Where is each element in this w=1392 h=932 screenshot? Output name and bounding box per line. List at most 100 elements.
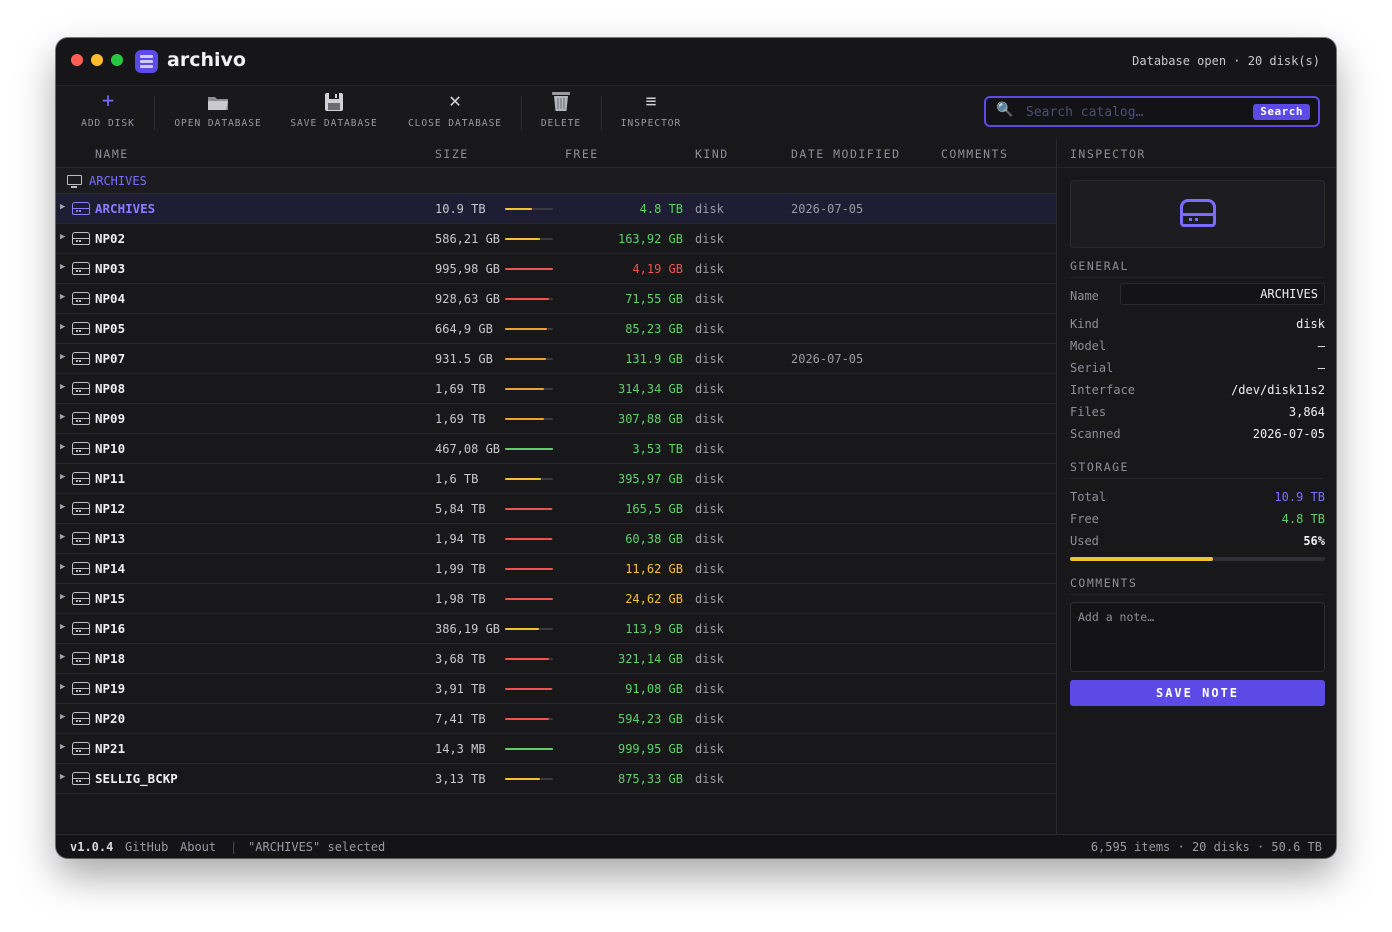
disk-name: NP21 [95, 741, 126, 756]
save-note-button[interactable]: SAVE NOTE [1070, 680, 1325, 706]
column-header: NAME SIZE FREE KIND DATE MODIFIED COMMEN… [56, 139, 1056, 168]
disk-row[interactable]: ▶ NP10 467,08 GB 3,53 TB disk [56, 434, 1056, 464]
disk-size: 386,19 GB [435, 622, 501, 636]
disclosure-triangle-icon[interactable]: ▶ [60, 352, 65, 362]
group-row[interactable]: ARCHIVES [56, 168, 1056, 194]
disk-row[interactable]: ▶ NP12 5,84 TB 165,5 GB disk [56, 494, 1056, 524]
disclosure-triangle-icon[interactable]: ▶ [60, 532, 65, 542]
disk-row[interactable]: ▶ ARCHIVES 10.9 TB 4.8 TB disk 2026-07-05 [56, 194, 1056, 224]
scanned-row: Scanned 2026-07-05 [1070, 427, 1325, 443]
disk-row[interactable]: ▶ NP18 3,68 TB 321,14 GB disk [56, 644, 1056, 674]
disk-row[interactable]: ▶ NP13 1,94 TB 60,38 GB disk [56, 524, 1056, 554]
interface-label: Interface [1070, 383, 1136, 397]
about-link[interactable]: About [180, 840, 216, 854]
disk-row[interactable]: ▶ NP20 7,41 TB 594,23 GB disk [56, 704, 1056, 734]
disk-row[interactable]: ▶ NP04 928,63 GB 71,55 GB disk [56, 284, 1056, 314]
disclosure-triangle-icon[interactable]: ▶ [60, 742, 65, 752]
search-input[interactable] [1024, 101, 1248, 123]
disk-kind: disk [695, 442, 724, 456]
minimize-window-button[interactable] [91, 54, 103, 66]
disclosure-triangle-icon[interactable]: ▶ [60, 712, 65, 722]
disk-row[interactable]: ▶ NP21 14,3 MB 999,95 GB disk [56, 734, 1056, 764]
disclosure-triangle-icon[interactable]: ▶ [60, 412, 65, 422]
usage-bar-fill [505, 358, 547, 360]
save-database-label: SAVE DATABASE [290, 118, 378, 129]
disk-row[interactable]: ▶ NP11 1,6 TB 395,97 GB disk [56, 464, 1056, 494]
zoom-window-button[interactable] [111, 54, 123, 66]
save-database-button[interactable]: SAVE DATABASE [288, 86, 380, 139]
column-kind[interactable]: KIND [695, 147, 729, 161]
close-database-button[interactable]: ✕ CLOSE DATABASE [406, 86, 504, 139]
disk-row[interactable]: ▶ NP15 1,98 TB 24,62 GB disk [56, 584, 1056, 614]
disclosure-triangle-icon[interactable]: ▶ [60, 652, 65, 662]
name-label: Name [1070, 289, 1099, 303]
disk-row[interactable]: ▶ SELLIG_BCKP 3,13 TB 875,33 GB disk [56, 764, 1056, 794]
column-free[interactable]: FREE [565, 147, 599, 161]
usage-bar-fill [505, 628, 539, 630]
files-label: Files [1070, 405, 1107, 419]
usage-bar-fill [505, 598, 553, 600]
disk-free: 165,5 GB [625, 502, 683, 516]
inspector-preview [1070, 180, 1325, 248]
disclosure-triangle-icon[interactable]: ▶ [60, 262, 65, 272]
name-field[interactable]: ARCHIVES [1120, 283, 1325, 305]
disk-kind: disk [695, 682, 724, 696]
column-date-modified[interactable]: DATE MODIFIED [791, 147, 901, 161]
disclosure-triangle-icon[interactable]: ▶ [60, 502, 65, 512]
disk-row[interactable]: ▶ NP14 1,99 TB 11,62 GB disk [56, 554, 1056, 584]
hard-drive-icon [72, 592, 90, 605]
model-row: Model — [1070, 339, 1325, 355]
column-comments[interactable]: COMMENTS [941, 147, 1008, 161]
search-button[interactable]: Search [1253, 104, 1310, 120]
column-name[interactable]: NAME [95, 147, 129, 161]
used-progress-bar [1070, 557, 1325, 561]
close-window-button[interactable] [71, 54, 83, 66]
disk-free: 91,08 GB [625, 682, 683, 696]
disclosure-triangle-icon[interactable]: ▶ [60, 442, 65, 452]
model-value: — [1317, 339, 1325, 353]
inspector-button[interactable]: ≡ INSPECTOR [618, 86, 684, 139]
disk-row[interactable]: ▶ NP02 586,21 GB 163,92 GB disk [56, 224, 1056, 254]
disclosure-triangle-icon[interactable]: ▶ [60, 292, 65, 302]
disk-row[interactable]: ▶ NP07 931.5 GB 131.9 GB disk 2026-07-05 [56, 344, 1056, 374]
storage-divider [1070, 478, 1323, 479]
disk-row[interactable]: ▶ NP03 995,98 GB 4,19 GB disk [56, 254, 1056, 284]
disclosure-triangle-icon[interactable]: ▶ [60, 562, 65, 572]
disclosure-triangle-icon[interactable]: ▶ [60, 592, 65, 602]
list-icon: ≡ [645, 91, 657, 112]
disk-row[interactable]: ▶ NP19 3,91 TB 91,08 GB disk [56, 674, 1056, 704]
disk-kind: disk [695, 352, 724, 366]
disk-row[interactable]: ▶ NP09 1,69 TB 307,88 GB disk [56, 404, 1056, 434]
disk-size: 1,98 TB [435, 592, 486, 606]
usage-bar [505, 538, 553, 540]
open-database-label: OPEN DATABASE [174, 118, 262, 129]
selection-status: "ARCHIVES" selected [248, 840, 386, 854]
disclosure-triangle-icon[interactable]: ▶ [60, 472, 65, 482]
hard-drive-icon [72, 712, 90, 725]
usage-bar [505, 598, 553, 600]
disclosure-triangle-icon[interactable]: ▶ [60, 622, 65, 632]
disclosure-triangle-icon[interactable]: ▶ [60, 772, 65, 782]
disk-rows: ▶ ARCHIVES 10.9 TB 4.8 TB disk 2026-07-05 ▶ NP0… [56, 194, 1056, 794]
name-value: ARCHIVES [1260, 287, 1318, 301]
delete-button[interactable]: DELETE [536, 86, 586, 139]
disk-kind: disk [695, 232, 724, 246]
disk-size: 1,99 TB [435, 562, 486, 576]
disclosure-triangle-icon[interactable]: ▶ [60, 682, 65, 692]
toolbar-separator [601, 96, 602, 130]
column-size[interactable]: SIZE [435, 147, 469, 161]
total-row: Total 10.9 TB [1070, 490, 1325, 506]
hard-drive-icon [72, 232, 90, 245]
disclosure-triangle-icon[interactable]: ▶ [60, 382, 65, 392]
note-textarea[interactable] [1070, 602, 1325, 672]
disk-row[interactable]: ▶ NP16 386,19 GB 113,9 GB disk [56, 614, 1056, 644]
add-disk-button[interactable]: + ADD DISK [78, 86, 138, 139]
disk-row[interactable]: ▶ NP05 664,9 GB 85,23 GB disk [56, 314, 1056, 344]
disclosure-triangle-icon[interactable]: ▶ [60, 322, 65, 332]
disk-name: NP02 [95, 231, 126, 246]
github-link[interactable]: GitHub [125, 840, 168, 854]
open-database-button[interactable]: OPEN DATABASE [172, 86, 264, 139]
disclosure-triangle-icon[interactable]: ▶ [60, 232, 65, 242]
disk-row[interactable]: ▶ NP08 1,69 TB 314,34 GB disk [56, 374, 1056, 404]
disclosure-triangle-icon[interactable]: ▶ [60, 202, 65, 212]
